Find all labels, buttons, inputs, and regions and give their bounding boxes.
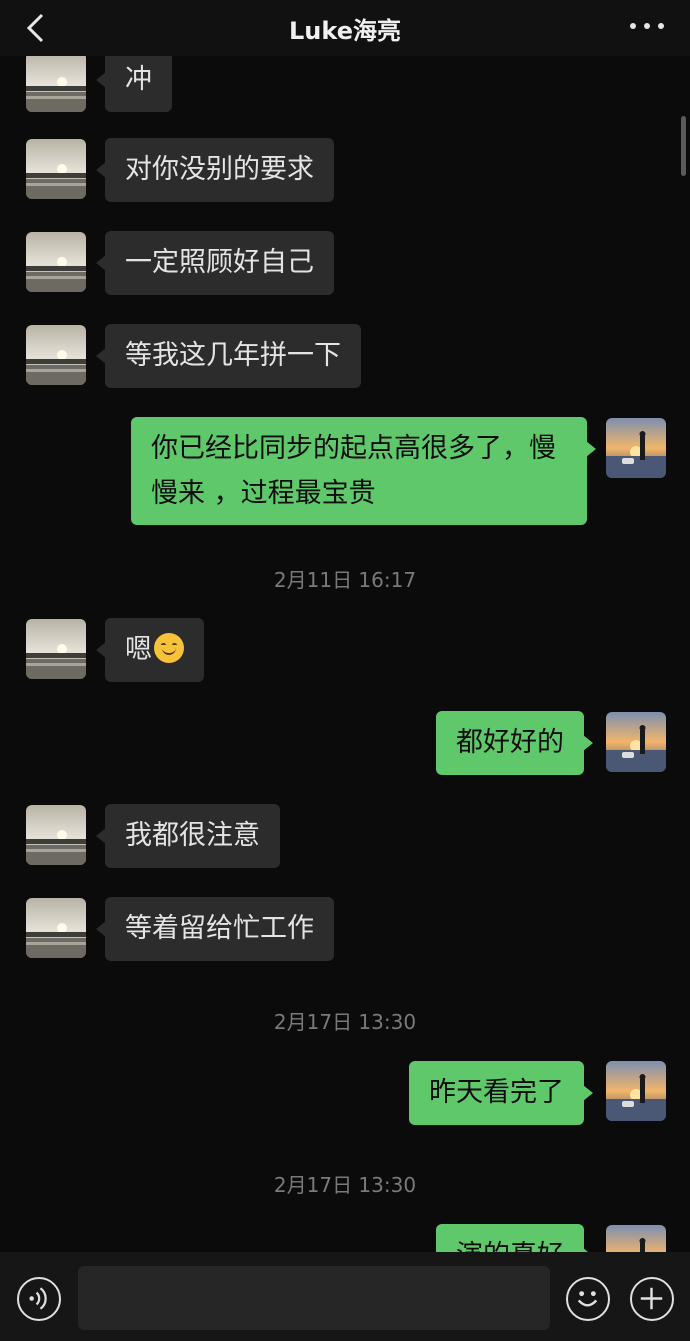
- smiling-face-emoji: [154, 632, 184, 663]
- contact-avatar[interactable]: [26, 805, 86, 865]
- chat-title: Luke海亮: [289, 17, 401, 45]
- voice-icon[interactable]: [17, 1277, 61, 1321]
- plus-icon[interactable]: [630, 1277, 674, 1321]
- chat-header: Luke海亮: [0, 0, 690, 56]
- my-avatar[interactable]: [606, 418, 666, 478]
- outgoing-message[interactable]: 演的真好: [436, 1224, 593, 1252]
- input-bar: [0, 1252, 690, 1341]
- emoji-icon[interactable]: [566, 1277, 610, 1321]
- contact-avatar[interactable]: [26, 139, 86, 199]
- message-text: 嗯: [125, 634, 152, 665]
- incoming-message[interactable]: 冲: [96, 56, 172, 112]
- incoming-message[interactable]: 等我这几年拼一下: [96, 324, 361, 388]
- contact-avatar[interactable]: [26, 56, 86, 112]
- contact-avatar[interactable]: [26, 898, 86, 958]
- scrollbar[interactable]: [681, 116, 686, 176]
- incoming-message[interactable]: 我都很注意: [96, 804, 280, 868]
- timestamp: 2月17日 13:30: [273, 1010, 417, 1034]
- outgoing-message[interactable]: 昨天看完了: [409, 1061, 593, 1125]
- incoming-message[interactable]: 一定照顾好自己: [96, 231, 334, 295]
- my-avatar[interactable]: [606, 1225, 666, 1252]
- my-avatar[interactable]: [606, 712, 666, 772]
- timestamp: 2月17日 13:30: [273, 1173, 417, 1197]
- incoming-message[interactable]: 嗯: [96, 618, 204, 682]
- contact-avatar[interactable]: [26, 325, 86, 385]
- message-list[interactable]: 冲 对你没别的要求 一定照顾好自己 等我这几年拼一下 你已经比同步的起点高很多了…: [0, 56, 690, 1252]
- outgoing-message[interactable]: 都好好的: [436, 711, 593, 775]
- my-avatar[interactable]: [606, 1061, 666, 1121]
- contact-avatar[interactable]: [26, 619, 86, 679]
- message-input[interactable]: [78, 1266, 550, 1330]
- timestamp: 2月11日 16:17: [273, 568, 417, 592]
- outgoing-message[interactable]: 你已经比同步的起点高很多了，慢慢来 ，过程最宝贵: [131, 417, 596, 525]
- more-dots-icon[interactable]: [630, 16, 664, 36]
- incoming-message[interactable]: 对你没别的要求: [96, 138, 334, 202]
- contact-avatar[interactable]: [26, 232, 86, 292]
- incoming-message[interactable]: 等着留给忙工作: [96, 897, 334, 961]
